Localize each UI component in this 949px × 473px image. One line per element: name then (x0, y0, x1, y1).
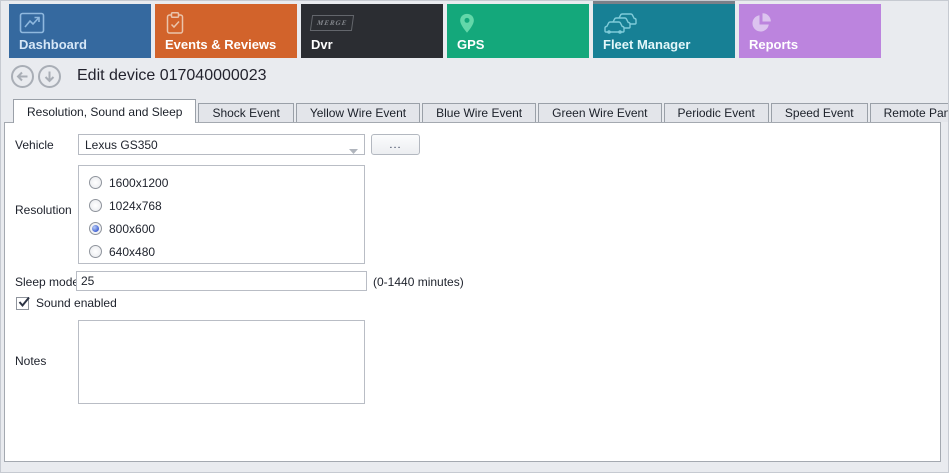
sleep-mode-input[interactable] (76, 271, 367, 291)
sound-enabled-label: Sound enabled (36, 296, 117, 310)
pie-chart-icon (749, 10, 773, 36)
tab-green-wire-event[interactable]: Green Wire Event (538, 103, 661, 122)
tab-strip: Resolution, Sound and Sleep Shock Event … (13, 99, 949, 122)
sound-enabled-row[interactable]: Sound enabled (16, 296, 117, 310)
vehicle-label: Vehicle (15, 138, 54, 152)
nav-tile-label: Dashboard (19, 37, 87, 52)
nav-tile-label: GPS (457, 37, 484, 52)
sound-checkbox[interactable] (16, 297, 29, 310)
vehicle-select-value: Lexus GS350 (85, 138, 158, 152)
nav-tile-label: Reports (749, 37, 798, 52)
nav-tile-dvr[interactable]: MERGE Dvr (301, 4, 443, 58)
sleep-mode-hint: (0-1440 minutes) (373, 275, 464, 289)
resolution-label: Resolution (15, 203, 72, 217)
radio-1024x768[interactable]: 1024x768 (89, 194, 364, 217)
notes-textarea[interactable] (78, 320, 365, 404)
clipboard-check-icon (165, 10, 185, 36)
tab-shock-event[interactable]: Shock Event (198, 103, 293, 122)
nav-tile-label: Fleet Manager (603, 37, 690, 52)
page-title: Edit device 017040000023 (77, 67, 267, 85)
down-button[interactable] (38, 65, 61, 88)
radio-icon (89, 245, 102, 258)
nav-tile-label: Dvr (311, 37, 333, 52)
vehicles-icon (603, 10, 639, 36)
resolution-group: 1600x1200 1024x768 800x600 640x480 (78, 165, 365, 264)
nav-tile-dashboard[interactable]: Dashboard (9, 4, 151, 58)
nav-tile-events-reviews[interactable]: Events & Reviews (155, 4, 297, 58)
radio-1600x1200[interactable]: 1600x1200 (89, 171, 364, 194)
nav-tile-gps[interactable]: GPS (447, 4, 589, 58)
vehicle-select[interactable]: Lexus GS350 (78, 134, 365, 155)
chevron-down-icon (349, 143, 358, 157)
tab-remote-panic-event[interactable]: Remote Panic Event (870, 103, 949, 122)
tab-periodic-event[interactable]: Periodic Event (664, 103, 769, 122)
tab-blue-wire-event[interactable]: Blue Wire Event (422, 103, 536, 122)
dvr-brand-logo-icon: MERGE (311, 10, 353, 36)
radio-icon (89, 176, 102, 189)
fleet-manager-window: Dashboard Events & Reviews MERGE Dvr (0, 0, 949, 473)
sleep-mode-label: Sleep mode (15, 275, 79, 289)
radio-icon (89, 199, 102, 212)
radio-800x600[interactable]: 800x600 (89, 217, 364, 240)
nav-tile-fleet-manager[interactable]: Fleet Manager (593, 4, 735, 58)
radio-icon (89, 222, 102, 235)
device-header: Edit device 017040000023 (11, 63, 267, 89)
back-button[interactable] (11, 65, 34, 88)
vehicle-browse-button[interactable]: ... (371, 134, 420, 155)
map-pin-icon (457, 10, 477, 36)
tab-yellow-wire-event[interactable]: Yellow Wire Event (296, 103, 420, 122)
radio-640x480[interactable]: 640x480 (89, 240, 364, 263)
tab-speed-event[interactable]: Speed Event (771, 103, 868, 122)
nav-tile-label: Events & Reviews (165, 37, 276, 52)
notes-label: Notes (15, 354, 46, 368)
line-chart-icon (19, 10, 45, 36)
tab-resolution-sound-sleep[interactable]: Resolution, Sound and Sleep (13, 99, 196, 123)
nav-tile-reports[interactable]: Reports (739, 4, 881, 58)
device-settings-panel: Vehicle Lexus GS350 ... Resolution 1600x… (4, 122, 941, 462)
top-nav: Dashboard Events & Reviews MERGE Dvr (9, 4, 881, 58)
